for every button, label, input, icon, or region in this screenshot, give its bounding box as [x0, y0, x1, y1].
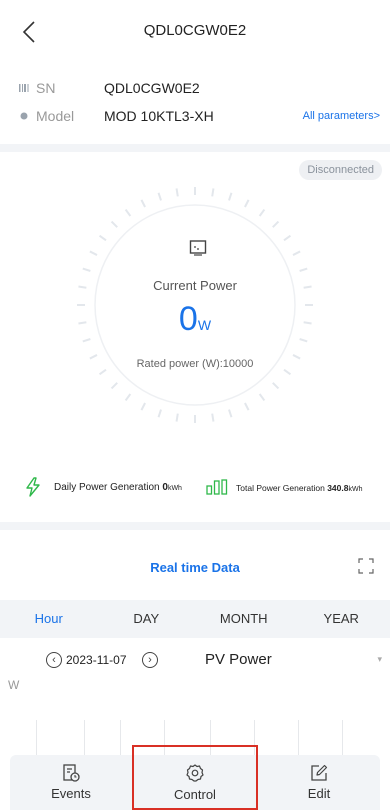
dial-tick — [272, 382, 280, 390]
all-parameters-link[interactable]: All parameters> — [303, 110, 380, 122]
grid-line — [84, 720, 85, 755]
dial-tick — [175, 188, 179, 197]
dial-tick — [299, 338, 308, 343]
current-power-unit: W — [197, 317, 212, 333]
dial-tick — [98, 368, 107, 376]
date-selector-row: ‹ 2023-11-07 › PV Power ▾ — [0, 648, 390, 674]
grid-line — [120, 720, 121, 755]
grid-line — [36, 720, 37, 755]
generation-row: Daily Power Generation 0kWh Total Power … — [0, 475, 390, 499]
dial-tick — [211, 413, 215, 422]
gear-icon — [186, 764, 204, 782]
dial-tick — [228, 192, 233, 201]
period-tabs: Hour DAY MONTH YEAR — [0, 600, 390, 638]
lightning-bolt-icon — [26, 477, 40, 497]
next-date-icon[interactable]: › — [142, 652, 158, 668]
dial-tick — [124, 393, 132, 402]
dial-tick — [244, 402, 250, 411]
total-generation-value: 340.8 — [327, 483, 349, 493]
events-label: Events — [51, 786, 91, 801]
dial-tick — [272, 220, 280, 228]
sn-row: SN QDL0CGW0E2 — [0, 78, 390, 100]
current-power-label: Current Power — [153, 278, 237, 293]
fullscreen-icon[interactable] — [358, 558, 374, 574]
tab-year[interactable]: YEAR — [293, 600, 390, 638]
events-button[interactable]: Events — [10, 755, 132, 810]
total-generation: Total Power Generation 340.8kWh — [236, 483, 362, 493]
sn-label: SN — [36, 80, 56, 96]
tab-hour[interactable]: Hour — [0, 600, 98, 638]
dial-tick — [283, 368, 292, 376]
model-row: Model MOD 10KTL3-XH All parameters> — [0, 106, 390, 128]
prev-date-icon[interactable]: ‹ — [46, 652, 62, 668]
rated-power: Rated power (W):10000 — [136, 358, 254, 370]
daily-generation-label: Daily Power Generation — [54, 482, 160, 493]
tab-day[interactable]: DAY — [98, 600, 196, 638]
dial-tick — [283, 234, 292, 242]
metric-select[interactable]: PV Power — [205, 651, 272, 668]
dial-tick — [228, 409, 233, 418]
selected-date[interactable]: 2023-11-07 — [66, 653, 127, 667]
edit-icon — [311, 764, 328, 781]
dot-icon — [18, 110, 32, 124]
events-log-icon — [63, 764, 80, 782]
header: QDL0CGW0E2 — [0, 0, 390, 64]
control-label: Control — [174, 787, 216, 802]
dial-tick — [82, 267, 91, 272]
status-badge: Disconnected — [299, 160, 382, 180]
total-generation-label: Total Power Generation — [236, 483, 325, 493]
dial-tick — [175, 413, 179, 422]
sn-value: QDL0CGW0E2 — [104, 80, 200, 96]
dial-tick — [244, 199, 250, 208]
dial-tick — [258, 393, 266, 402]
dial-tick — [292, 250, 301, 256]
grid-line — [342, 720, 343, 755]
realtime-title: Real time Data — [150, 560, 240, 575]
edit-label: Edit — [307, 786, 331, 801]
dial-tick — [299, 267, 308, 272]
daily-generation: Daily Power Generation 0kWh — [54, 482, 182, 493]
bar-chart-icon — [206, 479, 228, 495]
dial-tick — [110, 382, 118, 390]
model-value: MOD 10KTL3-XH — [104, 108, 214, 124]
dial-tick — [82, 338, 91, 343]
dial-tick — [89, 250, 98, 256]
dial-tick — [98, 234, 107, 242]
dial-tick — [124, 208, 132, 217]
dial-tick — [140, 402, 146, 411]
divider — [0, 144, 390, 152]
inverter-icon — [189, 240, 207, 256]
y-axis-unit: W — [8, 678, 20, 692]
current-power-value: 0W — [0, 300, 390, 339]
dial-tick — [140, 199, 146, 208]
model-label: Model — [36, 108, 75, 124]
dial-tick — [110, 220, 118, 228]
current-power-number: 0 — [178, 300, 198, 338]
control-button[interactable]: Control — [132, 745, 258, 810]
bottom-nav: Events Control Edit — [10, 745, 380, 810]
chevron-down-icon[interactable]: ▾ — [377, 654, 382, 665]
total-generation-unit: kWh — [348, 486, 363, 493]
daily-generation-unit: kWh — [167, 485, 182, 492]
divider — [0, 522, 390, 530]
dial-tick — [258, 208, 266, 217]
barcode-icon — [18, 82, 32, 96]
page-title: QDL0CGW0E2 — [143, 22, 247, 39]
grid-line — [298, 720, 299, 755]
dial-tick — [157, 409, 162, 418]
tab-month[interactable]: MONTH — [195, 600, 293, 638]
dial-tick — [157, 192, 162, 201]
edit-button[interactable]: Edit — [258, 755, 380, 810]
dial-tick — [211, 188, 215, 197]
